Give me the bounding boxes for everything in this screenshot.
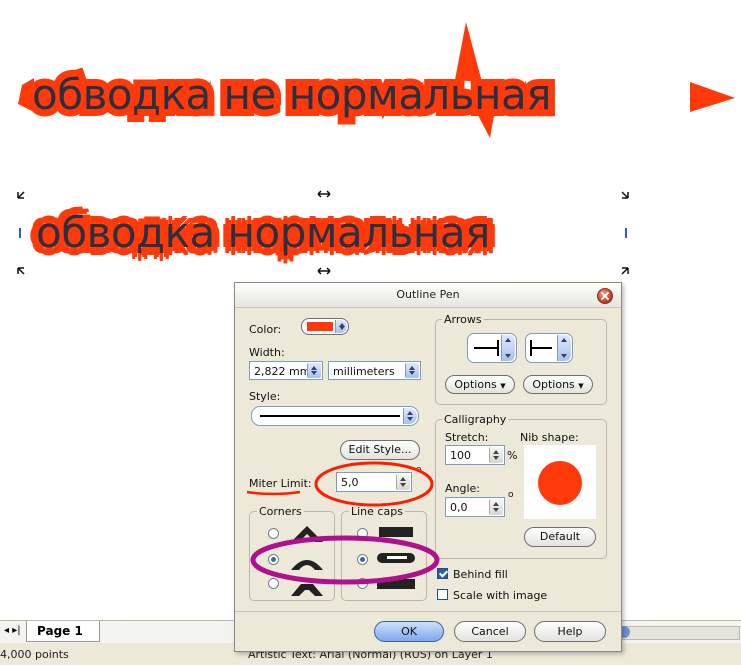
close-icon[interactable] — [597, 288, 613, 304]
cancel-button[interactable]: Cancel — [454, 621, 526, 642]
behind-fill-checkbox[interactable] — [437, 568, 448, 579]
status-position: 4,000 points — [0, 648, 69, 661]
cap-butt-radio[interactable] — [357, 528, 368, 539]
line-preview — [474, 347, 498, 349]
help-button[interactable]: Help — [534, 621, 606, 642]
chevron-down-icon[interactable] — [501, 335, 515, 361]
degree-symbol: o — [416, 465, 422, 475]
miter-limit-input[interactable]: 5,0 — [336, 472, 412, 492]
color-swatch — [307, 322, 333, 331]
corner-miter-radio[interactable] — [268, 528, 279, 539]
line-tick — [497, 340, 499, 356]
nib-shape-circle — [538, 461, 582, 505]
style-label: Style: — [249, 390, 281, 403]
line-cap-shapes-icon — [377, 527, 415, 589]
color-dropdown-icon[interactable] — [335, 320, 347, 333]
angle-spinner[interactable] — [489, 499, 503, 515]
start-arrow-select[interactable] — [467, 333, 517, 363]
page-nav-arrow-icon[interactable]: ◂ ▸| — [4, 625, 21, 636]
outline-pen-dialog: Outline Pen Color: Width: 2,822 mm milli… — [234, 282, 622, 652]
default-button[interactable]: Default — [524, 527, 596, 547]
corners-label: Corners — [257, 505, 304, 518]
width-input[interactable]: 2,822 mm — [249, 361, 323, 380]
nib-shape-label: Nib shape: — [520, 431, 579, 444]
nib-shape-preview[interactable] — [524, 445, 596, 519]
arrow-options-right-button[interactable]: Options ▼ — [523, 375, 593, 394]
corner-shapes-icon — [291, 526, 323, 596]
end-arrow-select[interactable] — [525, 333, 573, 363]
stretch-percent: % — [507, 449, 518, 462]
angle-input[interactable]: 0,0 — [445, 497, 505, 517]
cap-square-radio[interactable] — [357, 578, 368, 589]
chevron-down-icon: ▼ — [500, 382, 506, 390]
ok-button[interactable]: OK — [374, 621, 444, 642]
arrows-label: Arrows — [442, 313, 484, 326]
page-tab[interactable]: Page 1 — [26, 621, 100, 642]
chevron-down-icon[interactable] — [403, 408, 417, 424]
scale-with-image-label: Scale with image — [453, 589, 548, 602]
text-bad-outline[interactable]: обводка не нормальная обводка не нормаль… — [25, 63, 559, 126]
style-select[interactable] — [251, 406, 419, 426]
line-caps-label: Line caps — [349, 505, 405, 518]
text-good-outline[interactable]: обводка нормальная обводка нормальная — [36, 208, 490, 257]
line-style-preview — [260, 415, 400, 417]
color-label: Color: — [249, 323, 282, 336]
behind-fill-label: Behind fill — [453, 568, 508, 581]
dialog-titlebar[interactable]: Outline Pen — [235, 283, 621, 308]
scale-with-image-checkbox[interactable] — [437, 589, 448, 600]
chevron-down-icon[interactable] — [405, 363, 419, 378]
miter-limit-label: Miter Limit: — [249, 477, 312, 490]
stretch-label: Stretch: — [445, 431, 489, 444]
chevron-down-icon[interactable] — [557, 335, 571, 361]
corner-round-radio[interactable] — [268, 554, 279, 565]
edit-style-button[interactable]: Edit Style... — [340, 440, 420, 460]
line-preview — [532, 347, 552, 349]
width-label: Width: — [249, 346, 285, 359]
corner-bevel-radio[interactable] — [268, 578, 279, 589]
arrow-options-left-button[interactable]: Options ▼ — [445, 375, 515, 394]
stretch-input[interactable]: 100 — [445, 445, 505, 465]
width-spinner[interactable] — [307, 363, 321, 378]
cap-round-radio[interactable] — [357, 554, 368, 565]
angle-degree-symbol: o — [508, 490, 514, 500]
dialog-title: Outline Pen — [396, 288, 460, 301]
horizontal-scrollbar[interactable] — [618, 626, 740, 640]
calligraphy-label: Calligraphy — [442, 413, 509, 426]
page-tab-label: Page 1 — [37, 624, 83, 638]
chevron-down-icon: ▼ — [578, 382, 584, 390]
color-picker[interactable] — [301, 318, 349, 335]
angle-label: Angle: — [445, 482, 481, 495]
width-unit-select[interactable]: millimeters — [328, 361, 421, 380]
miter-limit-spinner[interactable] — [396, 474, 410, 490]
stretch-spinner[interactable] — [489, 447, 503, 463]
dialog-separator — [235, 611, 621, 612]
